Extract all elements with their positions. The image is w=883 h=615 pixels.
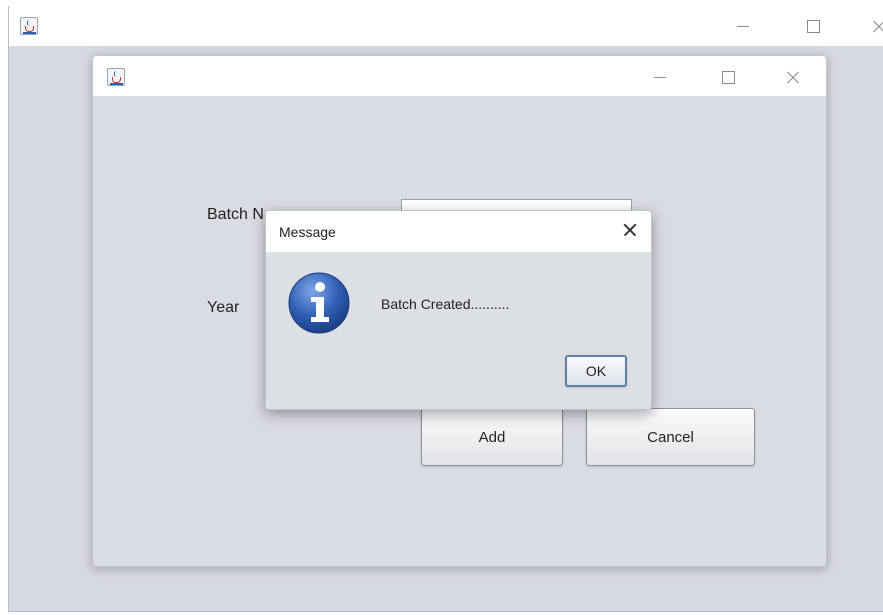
- cancel-button[interactable]: Cancel: [586, 408, 755, 466]
- dialog-message: Batch Created..........: [381, 296, 510, 312]
- info-icon: [288, 272, 350, 334]
- ok-button[interactable]: OK: [565, 355, 627, 387]
- year-label: Year: [207, 299, 240, 316]
- minimize-icon[interactable]: [733, 17, 753, 35]
- close-icon[interactable]: [869, 17, 883, 35]
- add-button[interactable]: Add: [421, 408, 563, 466]
- minimize-icon[interactable]: [650, 68, 670, 86]
- java-app-icon: [107, 68, 125, 86]
- maximize-icon[interactable]: [718, 68, 738, 86]
- close-icon[interactable]: [621, 221, 639, 239]
- java-app-icon: [20, 17, 38, 35]
- main-window-titlebar[interactable]: [9, 6, 883, 46]
- close-icon[interactable]: [783, 68, 803, 86]
- maximize-icon[interactable]: [803, 17, 823, 35]
- create-batch-titlebar[interactable]: [93, 56, 826, 96]
- message-dialog-titlebar[interactable]: Message: [266, 211, 651, 252]
- message-dialog: Message Batch Created.......... OK: [265, 210, 652, 410]
- dialog-title: Message: [279, 224, 336, 240]
- batch-name-label: Batch N: [207, 206, 264, 223]
